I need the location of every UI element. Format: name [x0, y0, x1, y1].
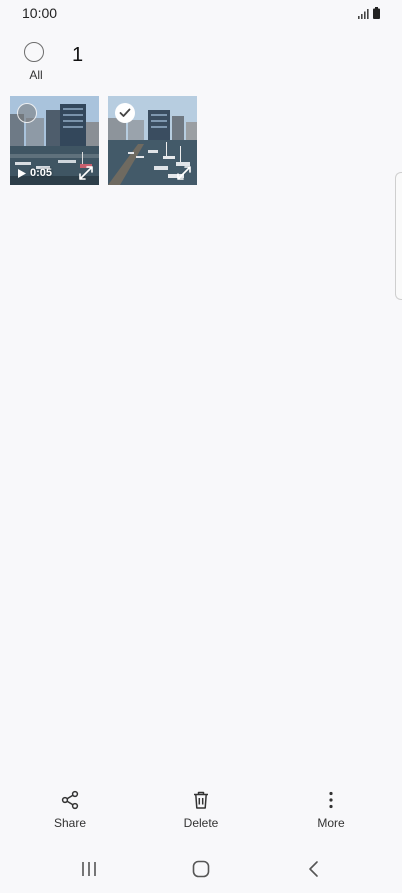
status-bar: 10:00	[0, 0, 402, 26]
media-grid: 0:05	[10, 96, 197, 185]
bottom-toolbar: Share Delete More	[0, 780, 402, 840]
delete-button[interactable]: Delete	[161, 790, 241, 830]
trash-icon	[194, 791, 208, 809]
home-icon	[192, 860, 210, 878]
home-button[interactable]	[188, 857, 214, 881]
signal-icon	[358, 9, 369, 19]
selected-count: 1	[72, 44, 84, 66]
video-duration: 0:05	[18, 167, 52, 179]
share-label: Share	[53, 816, 87, 830]
media-thumbnail-video[interactable]: 0:05	[10, 96, 99, 185]
more-button[interactable]: More	[291, 790, 371, 830]
more-label: More	[317, 816, 345, 830]
back-icon	[309, 861, 318, 877]
select-all-circle-icon	[24, 42, 44, 62]
recent-apps-button[interactable]	[76, 857, 102, 881]
media-thumbnail-image[interactable]	[108, 96, 197, 185]
battery-icon	[373, 7, 380, 19]
selection-header: All 1	[0, 36, 402, 86]
status-time: 10:00	[22, 5, 58, 21]
unselected-indicator-icon[interactable]	[17, 103, 37, 123]
back-button[interactable]	[301, 857, 327, 881]
edge-panel-handle[interactable]	[395, 172, 402, 300]
status-icons	[358, 7, 380, 19]
select-all-label: All	[29, 68, 43, 82]
selected-check-icon[interactable]	[115, 103, 135, 123]
delete-label: Delete	[183, 816, 219, 830]
video-duration-label: 0:05	[30, 167, 53, 179]
share-button[interactable]: Share	[30, 790, 110, 830]
more-vertical-icon	[329, 791, 333, 809]
expand-icon[interactable]	[176, 165, 192, 181]
play-icon	[18, 168, 26, 178]
expand-icon[interactable]	[78, 165, 94, 181]
navigation-bar	[0, 845, 402, 893]
recent-apps-icon	[82, 862, 96, 876]
select-all-checkbox[interactable]: All	[22, 42, 50, 82]
share-icon	[61, 790, 79, 810]
